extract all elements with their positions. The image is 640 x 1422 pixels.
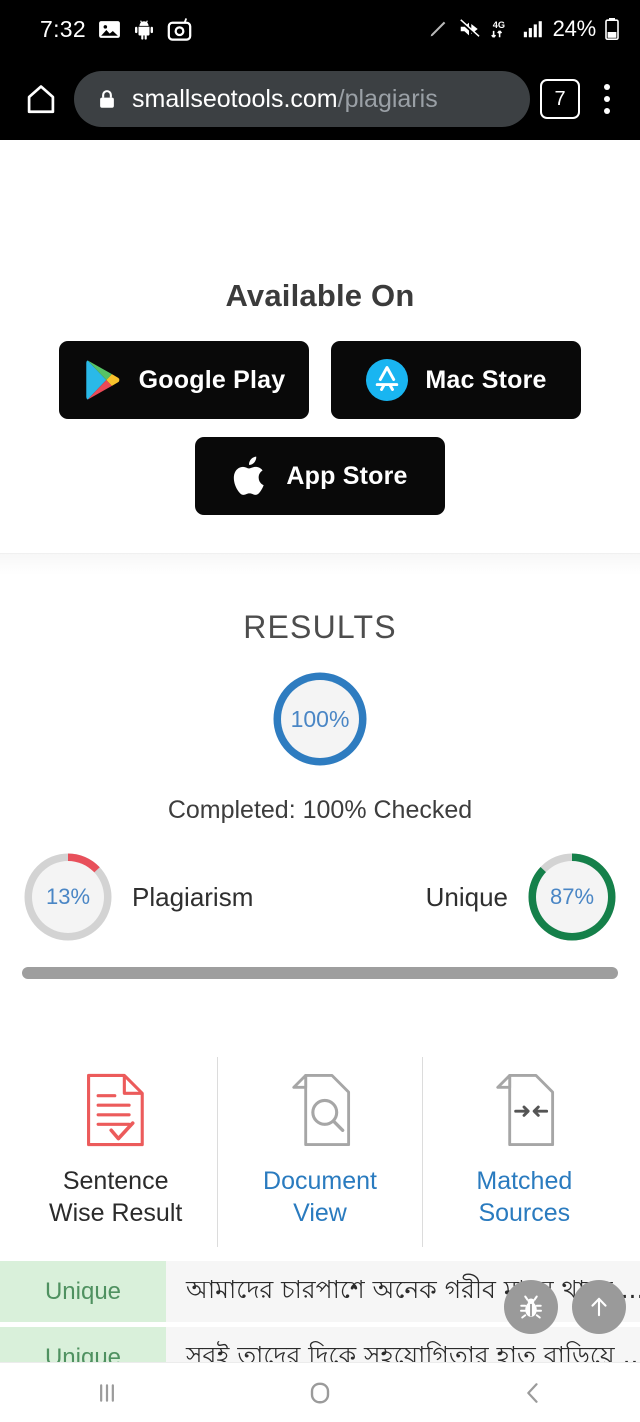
available-on-heading: Available On xyxy=(225,278,415,313)
tab-sentence-wise-result[interactable]: Sentence Wise Result xyxy=(14,1057,217,1247)
recent-apps-icon xyxy=(93,1379,121,1407)
unique-stat: Unique 87% xyxy=(426,851,618,943)
lock-icon xyxy=(96,87,118,111)
results-section: RESULTS 100% Completed: 100% Checked 13%… xyxy=(0,575,640,979)
tab-label-line1: Sentence xyxy=(62,1167,169,1195)
tab-label-line1: Matched xyxy=(476,1167,573,1195)
tab-document-view-label: Document View xyxy=(222,1165,417,1229)
stylus-pen-icon xyxy=(427,18,449,40)
tab-matched-sources-label: Matched Sources xyxy=(427,1165,622,1229)
tab-switcher-button[interactable]: 7 xyxy=(540,79,580,119)
overall-progress-center: 100% xyxy=(281,680,359,758)
plagiarism-donut: 13% xyxy=(22,851,114,943)
phone-screen: 7:32 4G 24% smallseotools.com/plagiaris … xyxy=(0,0,640,1422)
tab-sentence-wise-result-label: Sentence Wise Result xyxy=(18,1165,213,1229)
kebab-menu-icon[interactable] xyxy=(588,84,626,114)
tab-matched-sources[interactable]: Matched Sources xyxy=(421,1057,626,1247)
completed-status-text: Completed: 100% Checked xyxy=(167,796,473,824)
home-button[interactable] xyxy=(260,1363,380,1422)
document-search-icon xyxy=(222,1069,417,1151)
network-4g-icon: 4G xyxy=(489,17,513,41)
status-bar-right: 4G 24% xyxy=(427,16,620,42)
volume-muted-icon xyxy=(457,18,481,40)
home-button[interactable] xyxy=(14,72,68,126)
status-badge: Unique xyxy=(0,1261,166,1322)
back-button[interactable] xyxy=(473,1363,593,1422)
recent-apps-button[interactable] xyxy=(47,1363,167,1422)
unique-donut-center: 87% xyxy=(536,861,608,933)
store-buttons-row-1: Google Play Mac Store xyxy=(0,341,640,419)
unique-label: Unique xyxy=(425,881,508,912)
document-checklist-icon xyxy=(18,1069,213,1151)
home-icon xyxy=(24,82,58,116)
address-bar-url: smallseotools.com/plagiaris xyxy=(132,85,438,114)
android-navigation-bar xyxy=(0,1362,640,1422)
bug-report-button[interactable] xyxy=(504,1280,558,1334)
status-bar: 7:32 4G 24% xyxy=(0,0,640,58)
floating-action-buttons xyxy=(504,1280,626,1334)
tab-label-line2: Sources xyxy=(478,1199,571,1227)
store-buttons-row-2: App Store xyxy=(0,437,640,515)
address-bar[interactable]: smallseotools.com/plagiaris xyxy=(74,71,530,127)
status-bar-left: 7:32 xyxy=(40,16,193,43)
android-robot-icon xyxy=(133,17,155,42)
tab-label-line1: Document xyxy=(263,1167,377,1195)
plagiarism-stat: 13% Plagiarism xyxy=(22,851,253,943)
status-bar-clock: 7:32 xyxy=(40,15,86,42)
result-view-tabs: Sentence Wise Result Document View Match… xyxy=(0,1057,640,1247)
apple-logo-icon xyxy=(232,454,270,498)
home-circle-icon xyxy=(305,1378,335,1408)
url-path: /plagiaris xyxy=(337,84,438,113)
tab-label-line2: View xyxy=(293,1199,347,1227)
google-play-icon xyxy=(83,358,123,402)
section-divider xyxy=(0,553,640,575)
back-chevron-icon xyxy=(519,1379,547,1407)
horizontal-scrollbar[interactable] xyxy=(22,967,618,979)
mac-app-store-icon xyxy=(365,358,409,402)
mac-store-label: Mac Store xyxy=(425,365,547,394)
screenshot-camera-icon xyxy=(166,16,193,43)
url-host: smallseotools.com xyxy=(132,84,338,113)
app-store-button[interactable]: App Store xyxy=(195,437,445,515)
signal-bars-icon xyxy=(521,18,545,40)
unique-donut: 87% xyxy=(526,851,618,943)
scroll-to-top-arrow-icon xyxy=(585,1293,613,1321)
tab-document-view[interactable]: Document View xyxy=(217,1057,421,1247)
document-matched-icon xyxy=(427,1069,622,1151)
overall-progress-donut: 100% xyxy=(271,670,369,768)
scroll-to-top-button[interactable] xyxy=(572,1280,626,1334)
browser-toolbar: smallseotools.com/plagiaris 7 xyxy=(0,58,640,140)
battery-icon xyxy=(604,17,620,41)
google-play-label: Google Play xyxy=(138,365,286,394)
svg-text:4G: 4G xyxy=(492,20,504,30)
unique-percent: 87% xyxy=(549,884,595,909)
mac-store-button[interactable]: Mac Store xyxy=(331,341,581,419)
plagiarism-donut-center: 13% xyxy=(32,861,104,933)
bug-report-icon xyxy=(516,1292,546,1322)
plagiarism-label: Plagiarism xyxy=(132,881,254,912)
available-on-section: Available On Google Play Mac Store App S… xyxy=(0,140,640,515)
tab-label-line2: Wise Result xyxy=(48,1199,183,1227)
plagiarism-percent: 13% xyxy=(45,884,91,909)
google-play-button[interactable]: Google Play xyxy=(59,341,309,419)
app-store-label: App Store xyxy=(286,461,408,490)
status-badge: Unique xyxy=(0,1327,166,1362)
results-heading: RESULTS xyxy=(243,609,397,645)
web-page-content: Available On Google Play Mac Store App S… xyxy=(0,140,640,1362)
battery-percent-label: 24% xyxy=(552,16,597,41)
gallery-image-icon xyxy=(97,17,122,42)
overall-progress-value: 100% xyxy=(290,705,350,732)
ratio-row: 13% Plagiarism Unique 87% xyxy=(0,851,640,943)
